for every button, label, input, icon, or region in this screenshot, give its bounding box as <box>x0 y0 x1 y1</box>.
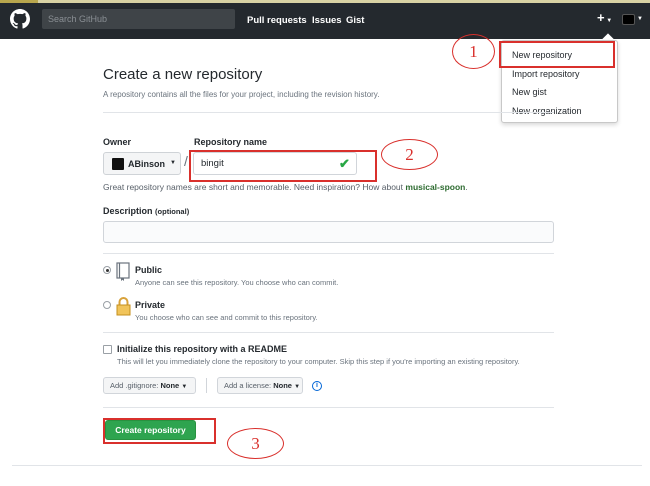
readme-description: This will let you immediately clone the … <box>117 357 520 366</box>
annotation-box-1 <box>499 41 615 68</box>
hint-end: . <box>465 182 468 192</box>
create-new-plus-icon[interactable]: + ▼ <box>597 11 612 28</box>
annotation-circle-3: 3 <box>227 428 284 459</box>
description-label-text: Description <box>103 206 153 216</box>
page-title: Create a new repository <box>103 66 263 83</box>
menu-item-new-gist[interactable]: New gist <box>512 87 547 97</box>
repository-name-label: Repository name <box>194 137 268 147</box>
annotation-circle-2: 2 <box>381 139 438 170</box>
gitignore-label: Add .gitignore: <box>110 381 159 390</box>
public-description: Anyone can see this repository. You choo… <box>135 278 339 287</box>
owner-label: Owner <box>103 137 132 147</box>
info-icon[interactable]: i <box>312 381 322 391</box>
name-suggestion[interactable]: musical-spoon <box>405 182 465 192</box>
optional-tag: (optional) <box>155 207 190 216</box>
user-avatar[interactable] <box>622 14 635 25</box>
owner-repo-separator: / <box>184 153 188 169</box>
nav-pull-requests[interactable]: Pull requests <box>247 3 307 39</box>
repo-book-icon <box>116 262 130 281</box>
menu-item-import-repository[interactable]: Import repository <box>512 69 580 79</box>
owner-select[interactable]: ABinson ▼ <box>103 152 181 175</box>
page-subtitle: A repository contains all the files for … <box>103 90 380 99</box>
chevron-down-icon: ▼ <box>181 384 188 390</box>
owner-avatar <box>112 158 124 170</box>
menu-item-new-organization[interactable]: New organization <box>512 106 582 116</box>
description-label: Description (optional) <box>103 206 189 216</box>
nav-issues[interactable]: Issues <box>312 3 342 39</box>
readme-checkbox[interactable] <box>103 345 112 354</box>
gitignore-value: None <box>160 381 180 390</box>
annotation-circle-1: 1 <box>452 34 495 69</box>
lock-icon <box>116 297 131 316</box>
owner-name: ABinson <box>128 159 165 169</box>
private-title: Private <box>135 300 166 310</box>
private-radio[interactable] <box>103 301 111 309</box>
nav-gist[interactable]: Gist <box>346 3 364 39</box>
divider <box>206 378 207 393</box>
annotation-box-3 <box>103 418 216 444</box>
license-label: Add a license: <box>224 381 272 390</box>
footer-divider <box>12 465 642 466</box>
chevron-down-icon[interactable]: ▼ <box>637 16 643 22</box>
license-select[interactable]: Add a license: None ▼ <box>217 377 303 394</box>
private-description: You choose who can see and commit to thi… <box>135 313 318 322</box>
chevron-down-icon: ▼ <box>294 384 301 390</box>
name-hint: Great repository names are short and mem… <box>103 182 468 192</box>
chevron-down-icon: ▼ <box>604 18 613 24</box>
divider <box>103 112 554 113</box>
description-input[interactable] <box>103 221 554 243</box>
divider <box>103 332 554 333</box>
readme-title: Initialize this repository with a README <box>117 344 288 354</box>
gitignore-select[interactable]: Add .gitignore: None ▼ <box>103 377 196 394</box>
divider <box>103 253 554 254</box>
github-logo-icon[interactable] <box>10 9 30 29</box>
chevron-down-icon: ▼ <box>170 160 176 166</box>
plus-label: + <box>597 10 605 25</box>
public-title: Public <box>135 265 163 275</box>
divider <box>103 407 554 408</box>
license-value: None <box>273 381 292 390</box>
public-radio[interactable] <box>103 266 111 274</box>
annotation-box-2 <box>189 150 377 182</box>
search-input[interactable]: Search GitHub <box>42 9 235 29</box>
hint-text: Great repository names are short and mem… <box>103 182 406 192</box>
